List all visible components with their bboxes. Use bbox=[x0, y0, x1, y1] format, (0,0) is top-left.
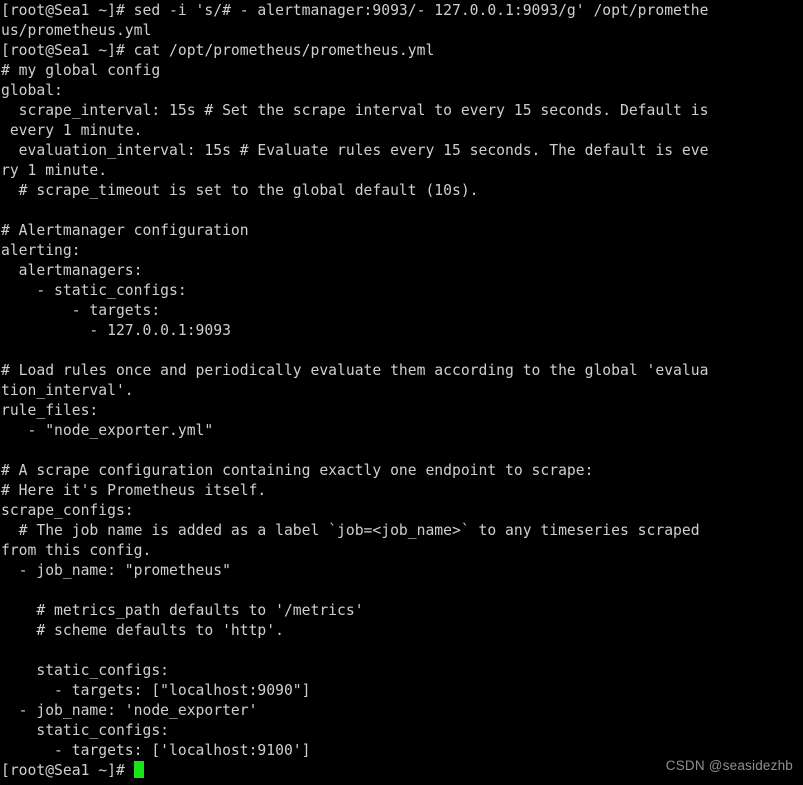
terminal-line: static_configs: bbox=[1, 722, 170, 739]
terminal-line: alertmanagers: bbox=[1, 262, 143, 279]
terminal-line: - 127.0.0.1:9093 bbox=[1, 322, 231, 339]
terminal-line: - "node_exporter.yml" bbox=[1, 422, 214, 439]
terminal-line: tion_interval'. bbox=[1, 382, 134, 399]
terminal-line: # A scrape configuration containing exac… bbox=[1, 462, 594, 479]
terminal-line: [root@Sea1 ~]# cat /opt/prometheus/prome… bbox=[1, 42, 435, 59]
terminal-line: rule_files: bbox=[1, 402, 99, 419]
terminal-line: # Here it's Prometheus itself. bbox=[1, 482, 267, 499]
terminal-line: scrape_configs: bbox=[1, 502, 134, 519]
terminal-line: # my global config bbox=[1, 62, 161, 79]
terminal-line: global: bbox=[1, 82, 63, 99]
csdn-watermark: CSDN @seasidezhb bbox=[665, 758, 793, 773]
terminal-line: - static_configs: bbox=[1, 282, 187, 299]
block-cursor bbox=[133, 761, 144, 778]
terminal-line: [root@Sea1 ~]# sed -i 's/# - alertmanage… bbox=[1, 2, 709, 19]
terminal-line: every 1 minute. bbox=[1, 122, 143, 139]
terminal-line: static_configs: bbox=[1, 662, 170, 679]
shell-prompt: [root@Sea1 ~]# bbox=[1, 762, 134, 779]
terminal-line: # The job name is added as a label `job=… bbox=[1, 522, 700, 539]
terminal-output: [root@Sea1 ~]# sed -i 's/# - alertmanage… bbox=[0, 0, 803, 781]
terminal-line: - targets: bbox=[1, 302, 161, 319]
terminal-window[interactable]: [root@Sea1 ~]# sed -i 's/# - alertmanage… bbox=[0, 0, 803, 785]
terminal-line: us/prometheus.yml bbox=[1, 22, 152, 39]
terminal-line: alerting: bbox=[1, 242, 81, 259]
terminal-line: ry 1 minute. bbox=[1, 162, 108, 179]
terminal-line: # Alertmanager configuration bbox=[1, 222, 249, 239]
terminal-line: # Load rules once and periodically evalu… bbox=[1, 362, 709, 379]
terminal-line: - targets: ["localhost:9090"] bbox=[1, 682, 311, 699]
terminal-line: # scrape_timeout is set to the global de… bbox=[1, 182, 479, 199]
terminal-line: # scheme defaults to 'http'. bbox=[1, 622, 284, 639]
terminal-line: # metrics_path defaults to '/metrics' bbox=[1, 602, 364, 619]
terminal-line: evaluation_interval: 15s # Evaluate rule… bbox=[1, 142, 709, 159]
terminal-line: - job_name: "prometheus" bbox=[1, 562, 231, 579]
terminal-line: - job_name: 'node_exporter' bbox=[1, 702, 258, 719]
terminal-line: from this config. bbox=[1, 542, 152, 559]
terminal-line: scrape_interval: 15s # Set the scrape in… bbox=[1, 102, 709, 119]
